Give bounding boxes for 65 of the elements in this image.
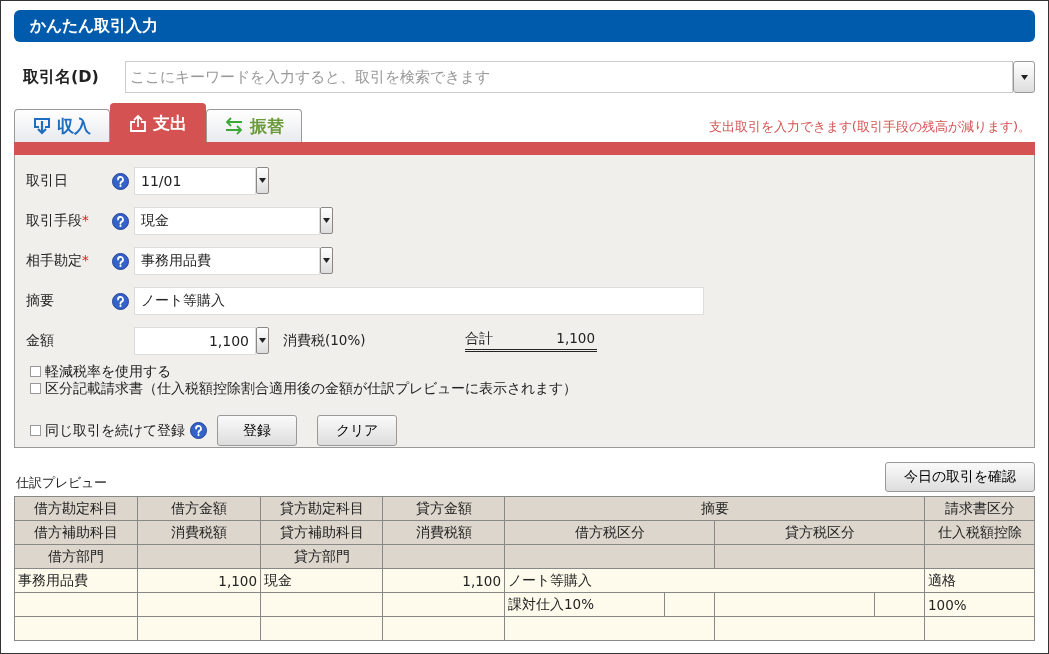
caret-icon: [259, 338, 266, 343]
upload-tray-icon: [129, 114, 147, 132]
amount-field[interactable]: 1,100: [134, 327, 256, 355]
help-icon[interactable]: [112, 172, 129, 190]
column-header: 借方税区分: [504, 520, 715, 545]
field-label: 摘要: [26, 292, 55, 310]
action-button[interactable]: クリア: [317, 415, 397, 446]
field-label: 金額: [26, 332, 55, 350]
checkbox-option[interactable]: 軽減税率を使用する: [30, 363, 1023, 380]
dropdown-field[interactable]: 11/01: [134, 167, 256, 195]
search-label: 取引名(D): [22, 66, 100, 88]
preview-title: 仕訳プレビュー: [16, 474, 107, 492]
field-label: 取引日: [26, 172, 69, 190]
column-header: 貸方補助科目: [260, 520, 383, 545]
dropdown-button[interactable]: [320, 207, 333, 234]
search-field[interactable]: ここにキーワードを入力すると、取引を検索できます: [125, 61, 1013, 93]
total-amount: 合計 1,100: [465, 330, 597, 352]
column-header: 借方勘定科目: [14, 496, 138, 521]
caret-icon: [1020, 74, 1028, 80]
caret-icon: [323, 258, 330, 263]
column-header: 貸方部門: [260, 544, 383, 569]
tab-hint: 支出取引を入力できます(取引手段の残高が減ります)。: [708, 118, 1031, 136]
dropdown-button[interactable]: [256, 167, 269, 194]
column-header: 貸方勘定科目: [260, 496, 383, 521]
dropdown-field[interactable]: 現金: [134, 207, 320, 235]
column-header: 借方金額: [137, 496, 261, 521]
help-icon[interactable]: [190, 422, 207, 439]
action-button[interactable]: 登録: [217, 415, 297, 446]
column-header: 仕入税額控除: [924, 520, 1035, 545]
column-header: 借方補助科目: [14, 520, 138, 545]
help-icon[interactable]: [112, 252, 129, 270]
column-header: 貸方税区分: [714, 520, 925, 545]
dropdown-button[interactable]: [256, 327, 269, 354]
today-button[interactable]: 今日の取引を確認: [885, 462, 1035, 492]
table-cell: 1,100: [382, 568, 505, 593]
table-cell: 100%: [924, 592, 1035, 617]
table-cell: 現金: [260, 568, 383, 593]
column-header: 借方部門: [14, 544, 138, 569]
table-cell: 事務用品費: [14, 568, 138, 593]
help-icon[interactable]: [112, 292, 129, 310]
window-title: かんたん取引入力: [14, 10, 1035, 42]
table-cell: ノート等購入: [504, 568, 925, 593]
dropdown-field[interactable]: 事務用品費: [134, 247, 320, 275]
table-cell: 課対仕入10%: [504, 592, 665, 617]
caret-icon: [259, 178, 266, 183]
text-field[interactable]: ノート等購入: [134, 287, 704, 315]
table-cell: 適格: [924, 568, 1035, 593]
field-label: 相手勘定*: [26, 252, 90, 270]
help-icon[interactable]: [112, 212, 129, 230]
checkbox-option[interactable]: 区分記載請求書（仕入税額控除割合適用後の金額が仕訳プレビューに表示されます）: [30, 380, 1023, 397]
column-header: 貸方金額: [382, 496, 505, 521]
tax-label: 消費税(10%): [283, 332, 367, 350]
column-header: 消費税額: [382, 520, 505, 545]
checkbox-option[interactable]: 同じ取引を続けて登録: [30, 422, 185, 439]
tab[interactable]: 支出: [110, 103, 206, 142]
table-cell: 1,100: [137, 568, 261, 593]
column-header: 消費税額: [137, 520, 261, 545]
tab[interactable]: 収入: [14, 109, 110, 142]
download-tray-icon: [33, 117, 51, 135]
swap-arrows-icon: [224, 117, 244, 135]
column-header: 摘要: [504, 496, 925, 521]
dropdown-button[interactable]: [320, 247, 333, 274]
column-header: 請求書区分: [924, 496, 1035, 521]
field-label: 取引手段*: [26, 212, 90, 230]
caret-icon: [323, 218, 330, 223]
